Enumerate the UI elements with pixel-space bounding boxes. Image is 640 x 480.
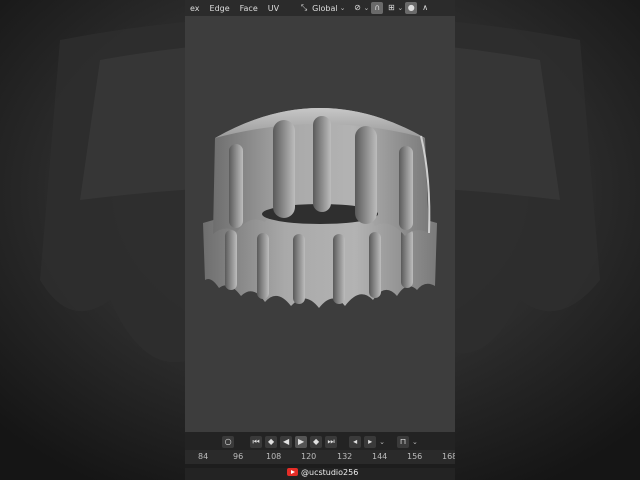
transform-orientation-label: Global xyxy=(312,3,338,13)
frame-number: 168 xyxy=(442,452,455,461)
menu-uv[interactable]: UV xyxy=(263,4,284,13)
prev-marker-icon[interactable]: ◂ xyxy=(349,436,362,448)
falloff-icon[interactable]: ∧ xyxy=(419,2,431,14)
record-icon[interactable]: ○ xyxy=(222,436,235,448)
snap-magnet-icon[interactable]: ∩ xyxy=(371,2,384,14)
jump-end-icon[interactable]: ⏭ xyxy=(325,436,338,448)
frame-number: 120 xyxy=(301,452,317,461)
creator-credit: @ucstudio256 xyxy=(287,466,358,478)
chevron-down-icon[interactable]: ⌄ xyxy=(397,4,403,12)
youtube-icon xyxy=(287,468,298,476)
frame-number: 84 xyxy=(198,452,209,461)
frame-number: 132 xyxy=(337,452,353,461)
creator-handle: @ucstudio256 xyxy=(301,467,359,477)
chevron-down-icon[interactable]: ⌄ xyxy=(412,438,418,446)
jump-start-icon[interactable]: ⏮ xyxy=(250,436,263,448)
snap-increment-icon[interactable]: ⊞ xyxy=(385,2,397,14)
next-marker-icon[interactable]: ▸ xyxy=(364,436,377,448)
keying-icon[interactable]: ⊓ xyxy=(397,436,409,448)
prev-keyframe-icon[interactable]: ◆ xyxy=(265,436,278,448)
frame-number: 144 xyxy=(372,452,388,461)
frame-number: 156 xyxy=(407,452,423,461)
chevron-down-icon[interactable]: ⌄ xyxy=(363,4,369,12)
frame-number: 96 xyxy=(233,452,244,461)
menu-face[interactable]: Face xyxy=(235,4,263,13)
transform-orientation-icon: ⤡ xyxy=(300,3,308,12)
play-reverse-icon[interactable]: ◀ xyxy=(280,436,293,448)
next-keyframe-icon[interactable]: ◆ xyxy=(310,436,323,448)
menu-edge[interactable]: Edge xyxy=(205,4,235,13)
playback-controls: ○ ⏮ ◆ ◀ ▶ ◆ ⏭ ◂ ▸ ⌄ ⊓ ⌄ xyxy=(185,434,455,450)
3d-viewport[interactable]: ex Edge Face UV ⤡ Global ⌄ ⊘ ⌄ ∩ ⊞ ⌄ ● ∧ xyxy=(185,0,455,480)
menu-vertex[interactable]: ex xyxy=(185,4,205,13)
chevron-down-icon[interactable]: ⌄ xyxy=(379,438,385,446)
chevron-down-icon: ⌄ xyxy=(339,4,346,12)
proportional-edit-icon[interactable]: ● xyxy=(405,2,418,14)
transform-orientation-dropdown[interactable]: ⤡ Global ⌄ xyxy=(292,2,349,14)
play-icon[interactable]: ▶ xyxy=(295,436,308,448)
gear-ring-model[interactable] xyxy=(185,18,455,418)
frame-ruler[interactable]: 84 96 108 120 132 144 156 168 xyxy=(185,450,455,464)
pivot-link-icon[interactable]: ⊘ xyxy=(351,2,363,14)
viewport-header: ex Edge Face UV ⤡ Global ⌄ ⊘ ⌄ ∩ ⊞ ⌄ ● ∧ xyxy=(185,0,455,16)
frame-number: 108 xyxy=(266,452,282,461)
